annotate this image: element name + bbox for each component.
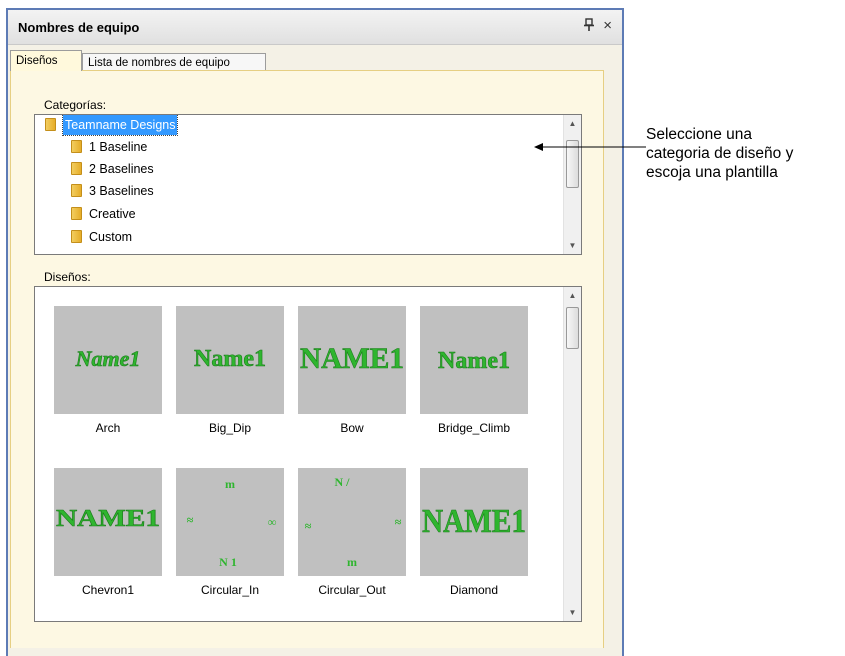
svg-text:NAME1: NAME1	[300, 342, 404, 375]
callout-arrow-icon	[534, 143, 646, 151]
callout-line: categoria de diseño y	[646, 145, 794, 162]
svg-text:Name1: Name1	[75, 346, 141, 371]
design-thumbnail: Name1	[420, 306, 528, 414]
svg-text:NAME1: NAME1	[422, 503, 526, 540]
svg-text:≈: ≈	[187, 513, 194, 527]
tab-designs[interactable]: Diseños	[10, 50, 82, 71]
svg-text:N 1: N 1	[219, 555, 237, 569]
scrollbar-thumb[interactable]	[566, 307, 579, 349]
design-card-bow[interactable]: NAME1 Bow	[298, 306, 406, 440]
folder-icon	[71, 207, 82, 220]
svg-text:m: m	[225, 477, 235, 491]
tree-item-label: 1 Baseline	[89, 140, 148, 154]
design-name: Bow	[340, 421, 364, 435]
design-thumbnail: m ≈ ∞ N 1	[176, 468, 284, 576]
design-thumbnail: N / ≈ ≈ m	[298, 468, 406, 576]
svg-text:m: m	[347, 555, 357, 569]
design-thumbnail: Name1	[54, 306, 162, 414]
folder-icon	[71, 162, 82, 175]
tree-item-label: 3 Baselines	[89, 184, 154, 198]
design-name: Bridge_Climb	[437, 421, 511, 435]
design-card-circular-out[interactable]: N / ≈ ≈ m Circular_Out	[298, 468, 406, 602]
svg-text:Name1: Name1	[438, 348, 510, 374]
svg-text:≈: ≈	[395, 515, 402, 529]
pin-icon[interactable]	[584, 18, 594, 35]
design-name: Circular_Out	[318, 583, 386, 597]
callout-text: Seleccione una categoria de diseño y esc…	[646, 125, 793, 182]
designs-gallery: Name1 Arch Name1 Big_Dip NAME1 Bow Name1…	[34, 286, 582, 622]
scroll-up-icon[interactable]: ▲	[564, 115, 581, 132]
tree-item-label: Creative	[89, 207, 136, 221]
callout-line: escoja una plantilla	[646, 164, 778, 181]
svg-text:Name1: Name1	[194, 346, 266, 372]
svg-text:NAME1: NAME1	[56, 506, 160, 532]
design-thumbnail: Name1	[176, 306, 284, 414]
tree-item-label: 2 Baselines	[89, 162, 154, 176]
folder-icon	[71, 184, 82, 197]
tab-team-name-list[interactable]: Lista de nombres de equipo	[82, 53, 266, 71]
panel-title: Nombres de equipo	[18, 20, 140, 35]
callout-line: Seleccione una	[646, 126, 752, 143]
panel-titlebar: Nombres de equipo ×	[8, 10, 622, 45]
design-card-arch[interactable]: Name1 Arch	[54, 306, 162, 440]
design-card-bridge-climb[interactable]: Name1 Bridge_Climb	[420, 306, 528, 440]
svg-text:≈: ≈	[305, 519, 312, 533]
design-name: Big_Dip	[208, 421, 252, 435]
design-name: Circular_In	[200, 583, 260, 597]
categories-label: Categorías:	[44, 98, 107, 112]
designs-scrollbar[interactable]: ▲ ▼	[563, 287, 581, 621]
tree-item-label: Teamname Designs	[61, 115, 179, 136]
folder-icon	[71, 230, 82, 243]
scroll-down-icon[interactable]: ▼	[564, 237, 581, 254]
design-card-chevron1[interactable]: NAME1 Chevron1	[54, 468, 162, 602]
svg-text:N /: N /	[335, 475, 351, 489]
design-thumbnail: NAME1	[420, 468, 528, 576]
designs-label: Diseños:	[44, 270, 91, 284]
design-name: Chevron1	[81, 583, 135, 597]
folder-icon	[71, 140, 82, 153]
design-card-diamond[interactable]: NAME1 Diamond	[420, 468, 528, 602]
design-card-circular-in[interactable]: m ≈ ∞ N 1 Circular_In	[176, 468, 284, 602]
scroll-up-icon[interactable]: ▲	[564, 287, 581, 304]
design-thumbnail: NAME1	[298, 306, 406, 414]
design-name: Diamond	[449, 583, 499, 597]
tree-item-label: Custom	[89, 230, 133, 244]
scroll-down-icon[interactable]: ▼	[564, 604, 581, 621]
categories-scrollbar[interactable]: ▲ ▼	[563, 115, 581, 254]
folder-icon	[45, 118, 56, 131]
categories-tree: Teamname Designs 1 Baseline 2 Baselines …	[34, 114, 582, 255]
close-icon[interactable]: ×	[603, 17, 612, 34]
design-card-big-dip[interactable]: Name1 Big_Dip	[176, 306, 284, 440]
design-thumbnail: NAME1	[54, 468, 162, 576]
design-name: Arch	[95, 421, 121, 435]
svg-text:∞: ∞	[268, 515, 277, 529]
